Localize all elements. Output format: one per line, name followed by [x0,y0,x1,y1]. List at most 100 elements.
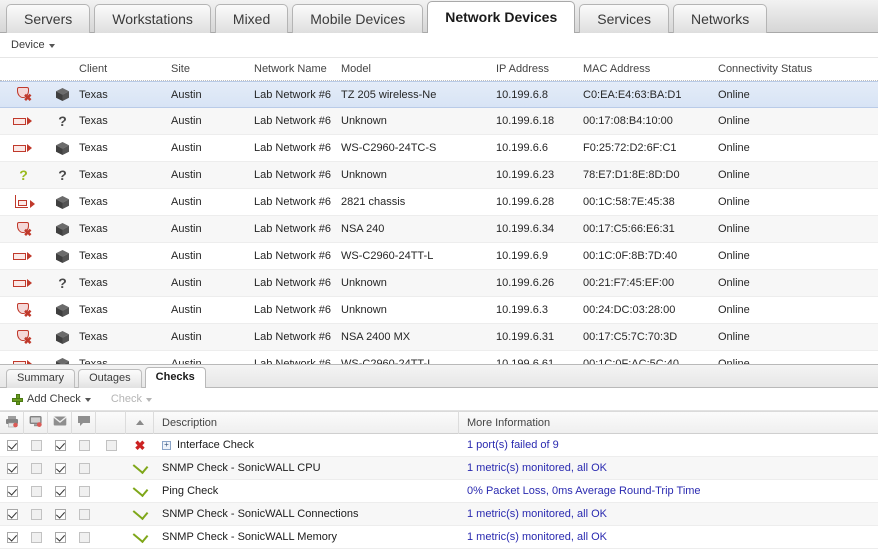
checkbox[interactable] [105,439,117,451]
column-header-connectivity-status[interactable]: Connectivity Status [718,63,878,75]
check-spacer-cell [96,439,126,451]
checkbox[interactable] [6,439,18,451]
checkbox[interactable] [54,531,66,543]
check-toggle-cell[interactable] [48,462,72,474]
device-grid-body[interactable]: ✖ Texas Austin Lab Network #6 TZ 205 wireles… [0,81,878,364]
table-row[interactable]: Texas Austin Lab Network #6 WS-C2960-24TC-S… [0,135,878,162]
table-row[interactable]: Texas Austin Lab Network #6 WS-C2960-24TT-L… [0,351,878,364]
check-row[interactable]: Ping Check 0% Packet Loss, 0ms Average Ro… [0,480,878,503]
check-more-information-link[interactable]: 1 metric(s) monitored, all OK [459,462,878,474]
add-check-button[interactable]: Add Check [8,391,95,407]
table-row[interactable]: ✖ Texas Austin Lab Network #6 Unknown 10.199.… [0,297,878,324]
check-toggle-cell[interactable] [72,439,96,451]
checkbox[interactable] [30,508,42,520]
cell-model: Unknown [341,169,387,181]
checkbox[interactable] [30,462,42,474]
tab-mixed[interactable]: Mixed [214,4,289,33]
printer-alert-icon[interactable] [0,411,24,434]
checks-grid-body[interactable]: ✖ + Interface Check 1 port(s) failed of 9 SN… [0,434,878,549]
column-header-more-information[interactable]: More Information [459,411,878,434]
tab-workstations[interactable]: Workstations [94,4,211,33]
check-toggle-cell[interactable] [72,462,96,474]
check-row[interactable]: SNMP Check - SonicWALL CPU 1 metric(s) mo… [0,457,878,480]
tab-networks[interactable]: Networks [672,4,768,33]
device-status-icon-cell: ✖ [0,302,47,319]
cell-site: Austin [171,169,202,181]
check-toggle-cell[interactable] [24,508,48,520]
check-toggle-cell[interactable] [0,485,24,497]
checkbox[interactable] [78,462,90,474]
checkbox[interactable] [54,462,66,474]
column-header-site[interactable]: Site [171,63,254,75]
check-more-information-link[interactable]: 1 metric(s) monitored, all OK [459,508,878,520]
checkbox[interactable] [78,439,90,451]
tab-mobile-devices[interactable]: Mobile Devices [292,4,424,33]
checkbox[interactable] [54,439,66,451]
check-more-information-link[interactable]: 1 port(s) failed of 9 [459,439,878,451]
check-toggle-cell[interactable] [24,485,48,497]
checkbox[interactable] [6,462,18,474]
check-row[interactable]: ✖ + Interface Check 1 port(s) failed of 9 [0,434,878,457]
check-toggle-cell[interactable] [0,439,24,451]
table-row[interactable]: Texas Austin Lab Network #6 2821 chassis 10.… [0,189,878,216]
check-toggle-cell[interactable] [24,462,48,474]
check-toggle-cell[interactable] [48,531,72,543]
checkbox[interactable] [6,531,18,543]
column-header-description[interactable]: Description [154,411,459,434]
check-toggle-cell[interactable] [72,531,96,543]
column-header-status-sort[interactable] [126,411,154,434]
check-toggle-cell[interactable] [0,531,24,543]
check-toggle-cell[interactable] [48,485,72,497]
check-toggle-cell[interactable] [72,485,96,497]
column-header-ip-address[interactable]: IP Address [496,63,583,75]
table-row[interactable]: ? Texas Austin Lab Network #6 Unknown 10.199.… [0,108,878,135]
details-tab-checks[interactable]: Checks [144,367,206,388]
check-toggle-cell[interactable] [72,508,96,520]
details-tab-outages[interactable]: Outages [78,369,142,388]
table-row[interactable]: ✖ Texas Austin Lab Network #6 NSA 2400 MX 10.… [0,324,878,351]
checkbox[interactable] [6,485,18,497]
checkbox[interactable] [30,485,42,497]
checkbox[interactable] [78,531,90,543]
check-toggle-cell[interactable] [48,439,72,451]
check-more-information-link[interactable]: 1 metric(s) monitored, all OK [459,531,878,543]
column-header-model[interactable]: Model [341,63,496,75]
check-toggle-cell[interactable] [24,439,48,451]
check-toggle-cell[interactable] [48,508,72,520]
column-header-client[interactable]: Client [78,63,171,75]
checkbox[interactable] [30,531,42,543]
device-type-icon-cell [47,357,78,364]
check-row[interactable]: SNMP Check - SonicWALL Memory 1 metric(s)… [0,526,878,549]
checkbox[interactable] [78,508,90,520]
checkbox[interactable] [78,485,90,497]
device-menu-button[interactable]: Device [7,37,59,53]
checkbox[interactable] [54,485,66,497]
tab-network-devices[interactable]: Network Devices [427,1,576,33]
table-row[interactable]: ?? Texas Austin Lab Network #6 Unknown 10.199… [0,162,878,189]
check-row[interactable]: SNMP Check - SonicWALL Connections 1 metr… [0,503,878,526]
details-tab-summary[interactable]: Summary [6,369,76,388]
details-tab-label: Checks [155,371,195,383]
column-header-mac-address[interactable]: MAC Address [583,63,718,75]
speech-bubble-icon[interactable] [72,411,96,434]
checkbox[interactable] [30,439,42,451]
check-toggle-cell[interactable] [0,462,24,474]
tab-label: Networks [690,11,750,27]
check-description-label: Interface Check [177,439,255,451]
column-header-network-name[interactable]: Network Name [254,63,341,75]
table-row[interactable]: ? Texas Austin Lab Network #6 Unknown 10.199.… [0,270,878,297]
expand-icon[interactable]: + [162,440,171,450]
check-menu-button[interactable]: Check [107,391,156,407]
checkbox[interactable] [6,508,18,520]
table-row[interactable]: Texas Austin Lab Network #6 WS-C2960-24TT-L… [0,243,878,270]
tab-servers[interactable]: Servers [6,4,91,33]
envelope-icon[interactable] [48,411,72,434]
checkbox[interactable] [54,508,66,520]
check-toggle-cell[interactable] [0,508,24,520]
check-toggle-cell[interactable] [24,531,48,543]
tab-services[interactable]: Services [579,4,669,33]
table-row[interactable]: ✖ Texas Austin Lab Network #6 NSA 240 10.199.… [0,216,878,243]
monitor-alert-icon[interactable] [24,411,48,434]
check-more-information-link[interactable]: 0% Packet Loss, 0ms Average Round-Trip T… [459,485,878,497]
table-row[interactable]: ✖ Texas Austin Lab Network #6 TZ 205 wireles… [0,81,878,108]
